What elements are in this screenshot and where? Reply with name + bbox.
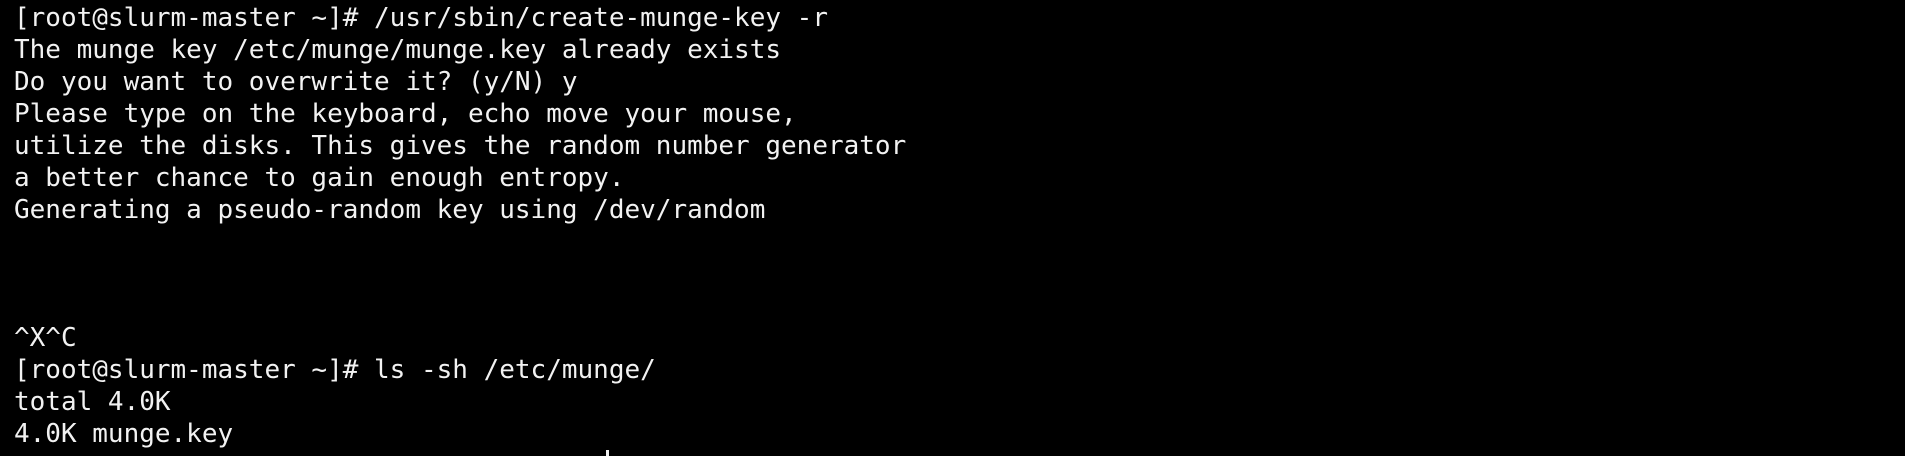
terminal-line: The munge key /etc/munge/munge.key alrea… (14, 35, 782, 65)
terminal-window[interactable]: [root@slurm-master ~]# /usr/sbin/create-… (0, 0, 1905, 456)
terminal-line: utilize the disks. This gives the random… (14, 131, 907, 161)
terminal-line: Please type on the keyboard, echo move y… (14, 99, 797, 129)
terminal-line: [root@slurm-master ~]# /usr/sbin/create-… (14, 3, 828, 33)
terminal-line: Do you want to overwrite it? (y/N) y (14, 67, 578, 97)
terminal-line: total 4.0K (14, 387, 171, 417)
terminal-line: a better chance to gain enough entropy. (14, 163, 625, 193)
mouse-cursor-icon (606, 450, 609, 456)
terminal-line: [root@slurm-master ~]# ls -sh /etc/munge… (14, 355, 656, 385)
terminal-line: 4.0K munge.key (14, 419, 234, 449)
terminal-line: ^X^C (14, 323, 77, 353)
terminal-line: Generating a pseudo-random key using /de… (14, 195, 766, 225)
